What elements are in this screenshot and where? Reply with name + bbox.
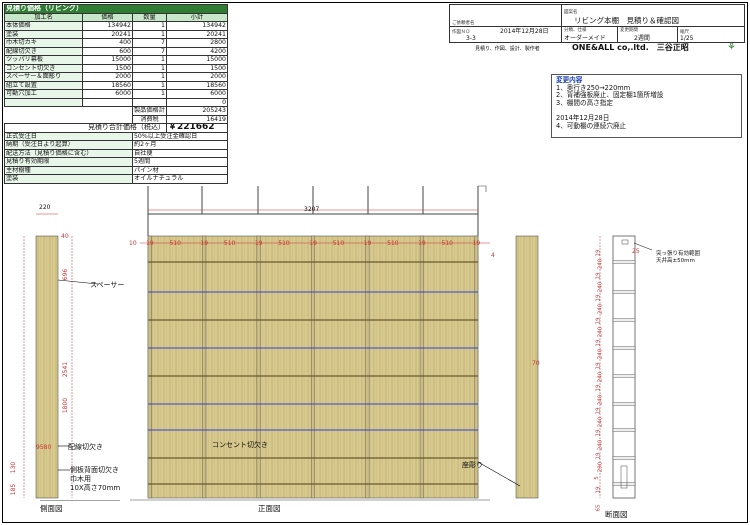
section-shelf <box>612 428 636 432</box>
section-dim: 240 <box>597 304 604 315</box>
right-side-panel <box>515 235 539 499</box>
section-note-2: 天井高±50mm <box>656 258 695 264</box>
bay-dim: 510 <box>223 240 236 247</box>
front-left-margin: 10 <box>129 240 137 247</box>
partition-panel <box>311 235 315 499</box>
section-dim: 19 <box>595 249 602 257</box>
side-dim-696: 696 <box>62 268 70 281</box>
section-dim: 240 <box>597 416 604 428</box>
section-dim: 19 <box>595 486 602 494</box>
section-dim: 19 <box>595 429 602 437</box>
section-dim-25: 25 <box>632 248 640 255</box>
front-right-margin: 4 <box>491 252 495 259</box>
partition-panel <box>365 235 370 499</box>
bay-dim: 510 <box>278 240 290 247</box>
bay-dim: 510 <box>332 240 345 247</box>
partition-panel <box>256 235 261 499</box>
side-dim-130: 130 <box>10 461 18 474</box>
section-dim: 19 <box>595 272 602 280</box>
partition-panel <box>474 235 479 499</box>
section-shelf <box>612 456 636 460</box>
section-shelf <box>612 290 636 294</box>
section-dim: 19 <box>595 294 602 302</box>
section-dim: 240 <box>597 259 604 270</box>
section-dim: 240 <box>597 439 604 450</box>
partition-panel <box>202 235 207 499</box>
label-engrave: 座彫り <box>462 461 483 469</box>
section-dim: 19 <box>595 339 602 347</box>
side-width-dim: 220 <box>39 204 51 211</box>
section-shelf <box>612 346 636 350</box>
side-view-panel <box>35 235 59 499</box>
label-side-view: 側面図 <box>40 504 63 513</box>
label-front-view: 正面図 <box>258 504 281 513</box>
gap-dim: 19 <box>309 240 317 247</box>
section-dim: 19 <box>595 407 602 415</box>
side-dim-9580: 9580 <box>36 444 52 451</box>
section-dim: 240 <box>597 349 604 360</box>
partition-panel <box>419 235 424 499</box>
shelf-drawing <box>23 185 653 501</box>
section-dim-first: 65 <box>595 504 602 512</box>
side-dim-2541: 2541 <box>62 361 70 378</box>
side-dim-1800: 1800 <box>62 397 70 414</box>
section-dim: 290 <box>597 461 604 473</box>
section-dim: 19 <box>595 317 602 325</box>
section-shelf <box>612 482 636 486</box>
gap-dim: 19 <box>472 240 481 247</box>
label-wiring-cut: 配線切欠き <box>68 443 103 451</box>
gap-dim: 19 <box>418 240 426 247</box>
section-shelf <box>612 260 636 264</box>
gap-dim: 19 <box>200 240 209 247</box>
label-section-view: 断面図 <box>605 510 628 519</box>
gap-dim: 19 <box>363 240 372 247</box>
overall-width-dim: 3207 <box>304 206 320 213</box>
section-dim: 240 <box>597 281 604 293</box>
section-dim: 19 <box>595 452 602 460</box>
section-dim: 240 <box>597 394 604 405</box>
right-dim-70: 70 <box>532 360 540 367</box>
gap-dim: 19 <box>254 240 263 247</box>
section-shelf <box>612 318 636 322</box>
section-shelf <box>612 374 636 378</box>
label-outlet-cut: コンセント切欠き <box>212 441 268 449</box>
side-dim-185: 185 <box>10 483 18 496</box>
partition-panel <box>147 235 152 499</box>
section-dim: 240 <box>597 371 604 383</box>
label-skirting-size: 10X高さ70mm <box>70 484 121 492</box>
section-dim: 240 <box>597 326 604 338</box>
section-dim: 5 <box>593 476 600 481</box>
label-spacer: スペーサー <box>90 281 125 289</box>
side-top-dim: 40 <box>61 233 69 240</box>
section-dim: 19 <box>595 384 602 392</box>
section-shelf <box>612 402 636 406</box>
section-dim: 19 <box>595 362 602 370</box>
bay-dim: 510 <box>441 240 453 247</box>
gap-dim: 19 <box>146 240 154 247</box>
bay-dim: 510 <box>387 240 399 247</box>
bay-dim: 510 <box>169 240 181 247</box>
